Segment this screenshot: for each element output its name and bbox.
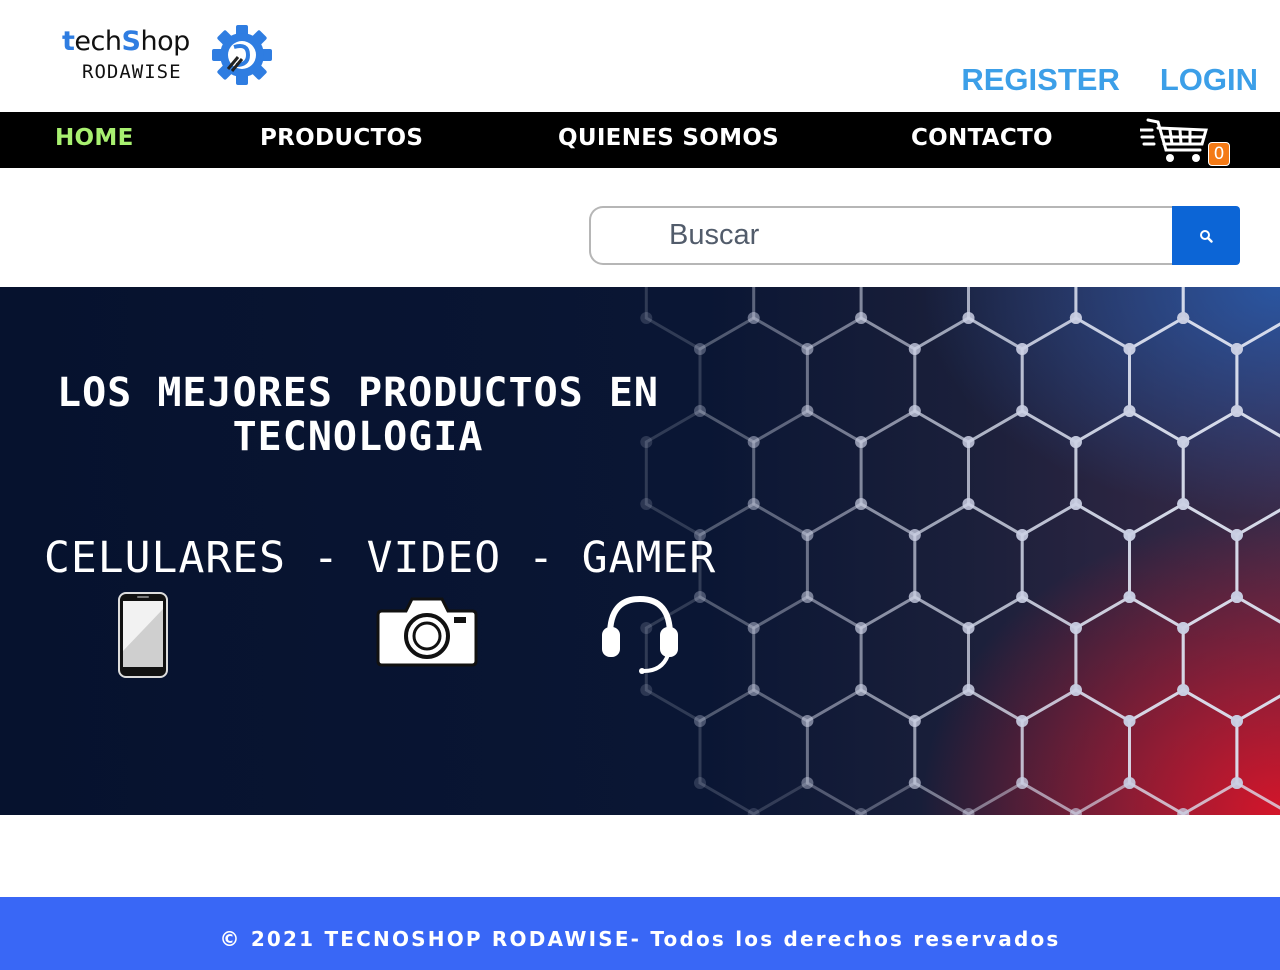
register-link[interactable]: REGISTER: [961, 62, 1119, 98]
logo-letter-t: t: [62, 26, 75, 57]
smartphone-icon: [118, 592, 168, 678]
logo-text-hop: hop: [140, 26, 190, 57]
headset-icon: [602, 595, 678, 674]
main-nav: HOME PRODUCTOS QUIENES SOMOS CONTACTO 0: [0, 112, 1280, 168]
search-input[interactable]: [589, 206, 1174, 265]
nav-contacto[interactable]: CONTACTO: [911, 112, 1053, 168]
site-header: techShop RODAWISE REGISTER LOGIN: [0, 0, 1280, 112]
cart-button[interactable]: 0: [1138, 116, 1232, 166]
logo-letter-s: S: [121, 26, 141, 57]
hero-banner: LOS MEJORES PRODUCTOS EN TECNOLOGIA CELU…: [0, 287, 1280, 815]
hero-title: LOS MEJORES PRODUCTOS EN TECNOLOGIA: [57, 370, 659, 460]
techshop-logo[interactable]: techShop RODAWISE: [60, 22, 280, 88]
search-icon: [1200, 229, 1213, 243]
search-form: [589, 206, 1240, 265]
shopping-cart-icon: [1138, 118, 1208, 162]
camera-icon: [376, 597, 478, 667]
search-button[interactable]: [1172, 206, 1240, 265]
login-link[interactable]: LOGIN: [1160, 62, 1258, 98]
footer-copyright: © 2021 TECNOSHOP RODAWISE- Todos los der…: [219, 927, 1061, 951]
cart-count-badge: 0: [1208, 142, 1230, 166]
logo-text-ech: ech: [74, 26, 122, 57]
auth-links: REGISTER LOGIN: [961, 62, 1258, 98]
nav-quienes-somos[interactable]: QUIENES SOMOS: [558, 112, 779, 168]
nav-home[interactable]: HOME: [55, 112, 134, 168]
hero-subtitle: CELULARES - VIDEO - GAMER: [44, 533, 717, 583]
logo-wordmark: techShop: [62, 26, 190, 57]
logo-subtitle: RODAWISE: [82, 61, 182, 83]
site-footer: © 2021 TECNOSHOP RODAWISE- Todos los der…: [0, 897, 1280, 970]
nav-productos[interactable]: PRODUCTOS: [260, 112, 423, 168]
gear-logo-icon: [212, 25, 272, 85]
